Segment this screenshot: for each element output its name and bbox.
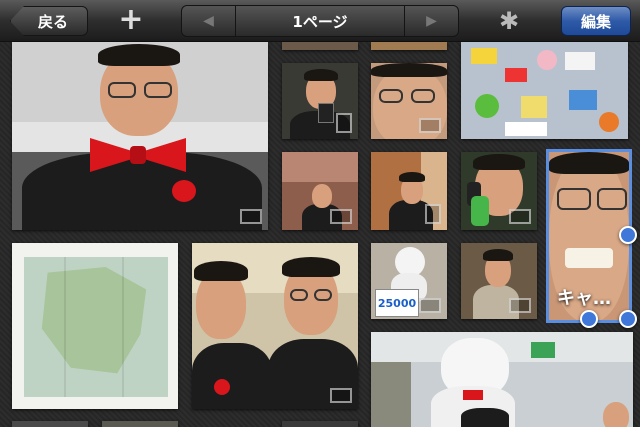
photo-thumbnail[interactable] [371,42,447,50]
edit-button[interactable]: 編集 [561,6,631,36]
selected-photo[interactable]: キャ… [546,149,637,328]
photo-thumbnail[interactable] [282,152,358,230]
photo-frame-icon [240,209,262,224]
photo-frame-icon [330,388,352,403]
left-arrow-icon: ◀ [203,13,214,29]
top-toolbar: 戻る + ◀ 1ページ ▶ ✱ 編集 [0,0,640,42]
photo-frame-icon [509,209,531,224]
photo-thumbnail[interactable] [12,243,178,409]
photo-frame-icon [330,209,352,224]
photo-thumbnail[interactable] [371,332,633,427]
photo-thumbnail[interactable] [282,42,358,50]
gear-icon[interactable]: ✱ [494,6,524,36]
right-arrow-icon: ▶ [426,13,437,29]
back-button[interactable]: 戻る [10,6,88,36]
resize-handle[interactable] [580,310,598,328]
photo-thumbnail[interactable] [12,421,88,427]
page-selector: ◀ 1ページ ▶ [181,5,459,37]
photo-frame-icon [419,298,441,313]
photo-thumbnail[interactable] [461,243,537,319]
photo-thumbnail[interactable] [282,63,358,139]
photo-thumbnail[interactable] [102,421,178,427]
page-label: 1ページ [292,12,348,31]
photo-frame-icon [509,298,531,313]
add-icon[interactable]: + [112,5,150,36]
photo-frame-icon [336,113,352,133]
resize-handle[interactable] [619,226,637,244]
photo-thumbnail[interactable]: 25000 [371,243,447,319]
photo-frame-icon [425,204,441,224]
photo-thumbnail[interactable] [371,152,447,230]
photo-thumbnail[interactable] [192,243,358,409]
photo-caption: キャ… [557,288,611,309]
photo-thumbnail[interactable] [371,63,447,139]
photo-thumbnail[interactable] [282,421,358,427]
next-page-button[interactable]: ▶ [404,6,458,36]
prev-page-button[interactable]: ◀ [182,6,236,36]
photo-thumbnail[interactable] [461,152,537,230]
photo-frame-icon [419,118,441,133]
photo-thumbnail[interactable] [461,42,628,139]
resize-handle[interactable] [619,310,637,328]
photo-thumbnail[interactable] [12,42,268,230]
